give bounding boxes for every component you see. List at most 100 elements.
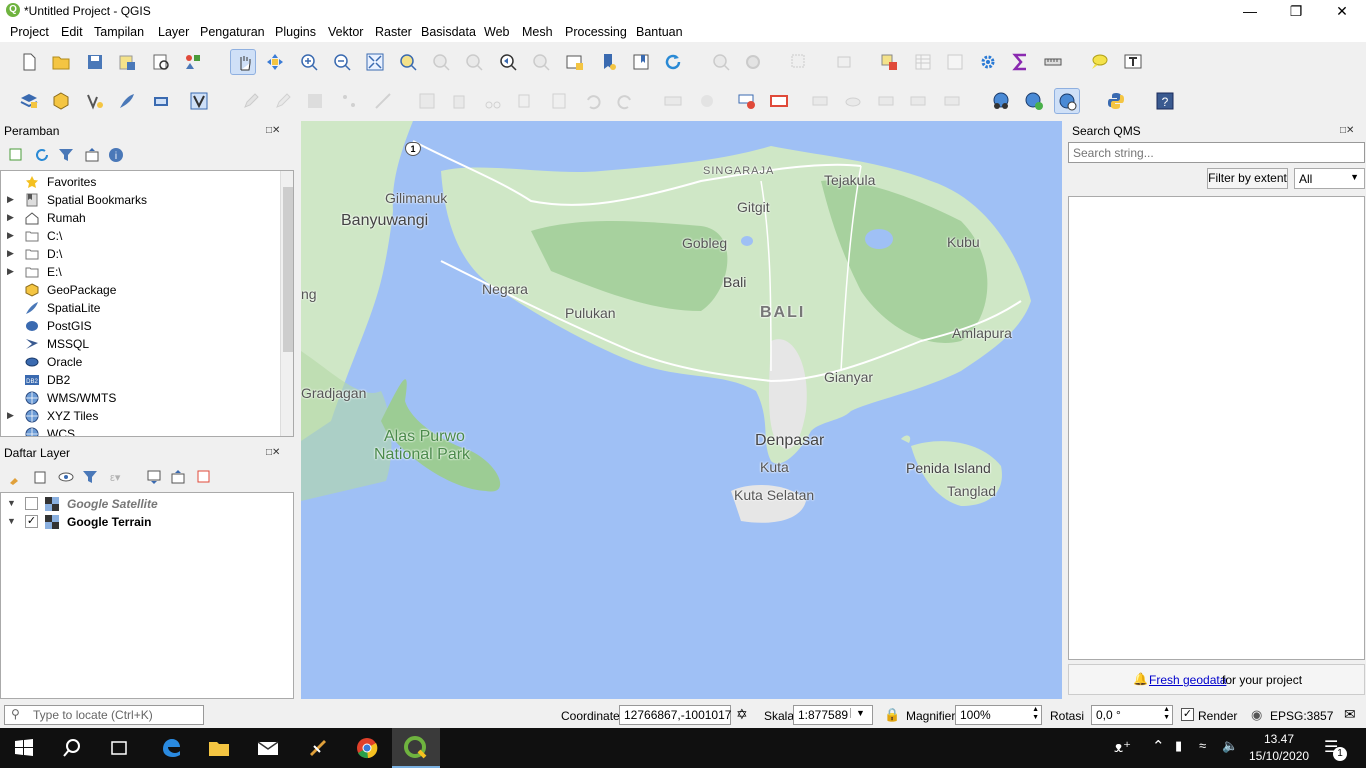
- menu-vektor[interactable]: Vektor: [328, 25, 363, 39]
- diagram-button[interactable]: [694, 88, 720, 114]
- qms-add-button[interactable]: [1021, 88, 1047, 114]
- magnifier-spinbox[interactable]: 100% ▲ ▼: [955, 705, 1042, 725]
- expand-arrow-icon[interactable]: ▶: [7, 410, 14, 421]
- browser-item[interactable]: Favorites: [1, 173, 279, 191]
- rotate-label-button[interactable]: [906, 88, 932, 114]
- menu-web[interactable]: Web: [484, 25, 509, 39]
- new-project-button[interactable]: [16, 49, 42, 75]
- clock-time[interactable]: 13.47: [1264, 732, 1294, 746]
- expand-arrow-icon[interactable]: ▼: [7, 498, 16, 508]
- browser-item[interactable]: ▶ XYZ Tiles: [1, 407, 279, 425]
- paste-features-button[interactable]: [546, 88, 572, 114]
- current-edits-button[interactable]: [238, 88, 264, 114]
- expand-arrow-icon[interactable]: ▼: [7, 516, 16, 526]
- pin-labels-button[interactable]: [808, 88, 834, 114]
- browser-item[interactable]: MSSQL: [1, 335, 279, 353]
- chrome-icon[interactable]: [355, 736, 379, 760]
- pan-to-selection-button[interactable]: [262, 49, 288, 75]
- digitize-button[interactable]: [336, 88, 362, 114]
- attribute-table-button[interactable]: [910, 49, 936, 75]
- zoom-next-button[interactable]: [528, 49, 554, 75]
- browser-item[interactable]: GeoPackage: [1, 281, 279, 299]
- identify-button[interactable]: [708, 49, 734, 75]
- expand-arrow-icon[interactable]: ▶: [7, 266, 14, 277]
- copy-features-button[interactable]: [512, 88, 538, 114]
- style-brush-icon[interactable]: [8, 469, 24, 485]
- lock-icon[interactable]: 🔒: [884, 707, 900, 723]
- modify-attributes-button[interactable]: [414, 88, 440, 114]
- zoom-to-layer-button[interactable]: [428, 49, 454, 75]
- menu-raster[interactable]: Raster: [375, 25, 412, 39]
- redo-button[interactable]: [612, 88, 638, 114]
- quickmapservices-button[interactable]: [988, 88, 1014, 114]
- chevron-up-icon[interactable]: ⌃: [1152, 737, 1165, 755]
- expand-arrow-icon[interactable]: ▶: [7, 194, 14, 205]
- fresh-geodata-link[interactable]: Fresh geodata: [1149, 673, 1226, 687]
- zoom-last-button[interactable]: [495, 49, 521, 75]
- menu-pengaturan[interactable]: Pengaturan: [200, 25, 265, 39]
- people-icon[interactable]: ᴥ⁺: [1114, 738, 1131, 756]
- browser-item[interactable]: PostGIS: [1, 317, 279, 335]
- collapse-all-icon[interactable]: [170, 469, 186, 485]
- windows-start-icon[interactable]: [12, 736, 36, 760]
- zoom-full-button[interactable]: [362, 49, 388, 75]
- save-as-button[interactable]: [114, 49, 140, 75]
- edge-browser-icon[interactable]: [159, 736, 183, 760]
- text-annotation-button[interactable]: [1120, 49, 1146, 75]
- filter-by-extent-button[interactable]: Filter by extent: [1207, 168, 1288, 189]
- new-spatialite-button[interactable]: [114, 88, 140, 114]
- new-map-view-button[interactable]: [562, 49, 588, 75]
- print-layout-button[interactable]: [148, 49, 174, 75]
- float-panel-icon[interactable]: □✕: [266, 125, 280, 136]
- menu-plugins[interactable]: Plugins: [275, 25, 316, 39]
- browser-item[interactable]: ▶ E:\: [1, 263, 279, 281]
- delete-selected-button[interactable]: [446, 88, 472, 114]
- deselect-button[interactable]: [876, 49, 902, 75]
- rotation-spinbox[interactable]: 0,0 ° ▲ ▼: [1091, 705, 1173, 725]
- menu-edit[interactable]: Edit: [61, 25, 83, 39]
- layer-row-google-satellite[interactable]: ▼ Google Satellite: [1, 495, 293, 513]
- help-button[interactable]: ?: [1152, 88, 1178, 114]
- map-canvas[interactable]: 1 Gilimanuk Banyuwangi SINGARAJA Tejakul…: [301, 121, 1062, 699]
- crs-label[interactable]: EPSG:3857: [1270, 709, 1333, 723]
- new-virtual-layer-button[interactable]: [186, 88, 212, 114]
- highlight-pinned-labels-button[interactable]: [734, 88, 760, 114]
- move-label-button[interactable]: [874, 88, 900, 114]
- show-bookmarks-button[interactable]: [628, 49, 654, 75]
- browser-item[interactable]: SpatiaLite: [1, 299, 279, 317]
- mail-icon[interactable]: [256, 736, 280, 760]
- browser-item[interactable]: ▶ D:\: [1, 245, 279, 263]
- add-selected-layers-icon[interactable]: [8, 147, 24, 163]
- search-icon[interactable]: [60, 736, 84, 760]
- minimize-button[interactable]: —: [1227, 0, 1273, 22]
- menu-layer[interactable]: Layer: [158, 25, 189, 39]
- qgis-taskbar-button[interactable]: [392, 728, 440, 768]
- open-project-button[interactable]: [48, 49, 74, 75]
- info-icon[interactable]: i: [108, 147, 124, 163]
- browser-item[interactable]: DB2 DB2: [1, 371, 279, 389]
- new-bookmark-button[interactable]: [596, 49, 622, 75]
- browser-item[interactable]: WCS: [1, 425, 279, 436]
- zoom-out-button[interactable]: [329, 49, 355, 75]
- browser-scrollbar[interactable]: [280, 171, 293, 436]
- zoom-in-button[interactable]: [296, 49, 322, 75]
- processing-toolbox-button[interactable]: [975, 49, 1001, 75]
- field-calculator-button[interactable]: [942, 49, 968, 75]
- cut-features-button[interactable]: [480, 88, 506, 114]
- spinner-arrows-icon[interactable]: ▲ ▼: [1163, 706, 1170, 722]
- select-features-button[interactable]: [786, 49, 812, 75]
- menu-basisdata[interactable]: Basisdata: [421, 25, 476, 39]
- volume-icon[interactable]: 🔈: [1222, 738, 1238, 754]
- add-group-icon[interactable]: [32, 469, 48, 485]
- battery-icon[interactable]: ▮: [1175, 738, 1182, 754]
- menu-processing[interactable]: Processing: [565, 25, 627, 39]
- refresh-icon[interactable]: [34, 147, 50, 163]
- task-view-icon[interactable]: [107, 736, 131, 760]
- vertex-tool-button[interactable]: [370, 88, 396, 114]
- change-label-button[interactable]: [940, 88, 966, 114]
- filter-expression-icon[interactable]: ε▾: [108, 469, 134, 485]
- statistics-button[interactable]: [1008, 49, 1034, 75]
- remove-layer-icon[interactable]: [196, 469, 212, 485]
- zoom-to-selection-button[interactable]: [395, 49, 421, 75]
- refresh-button[interactable]: [660, 49, 686, 75]
